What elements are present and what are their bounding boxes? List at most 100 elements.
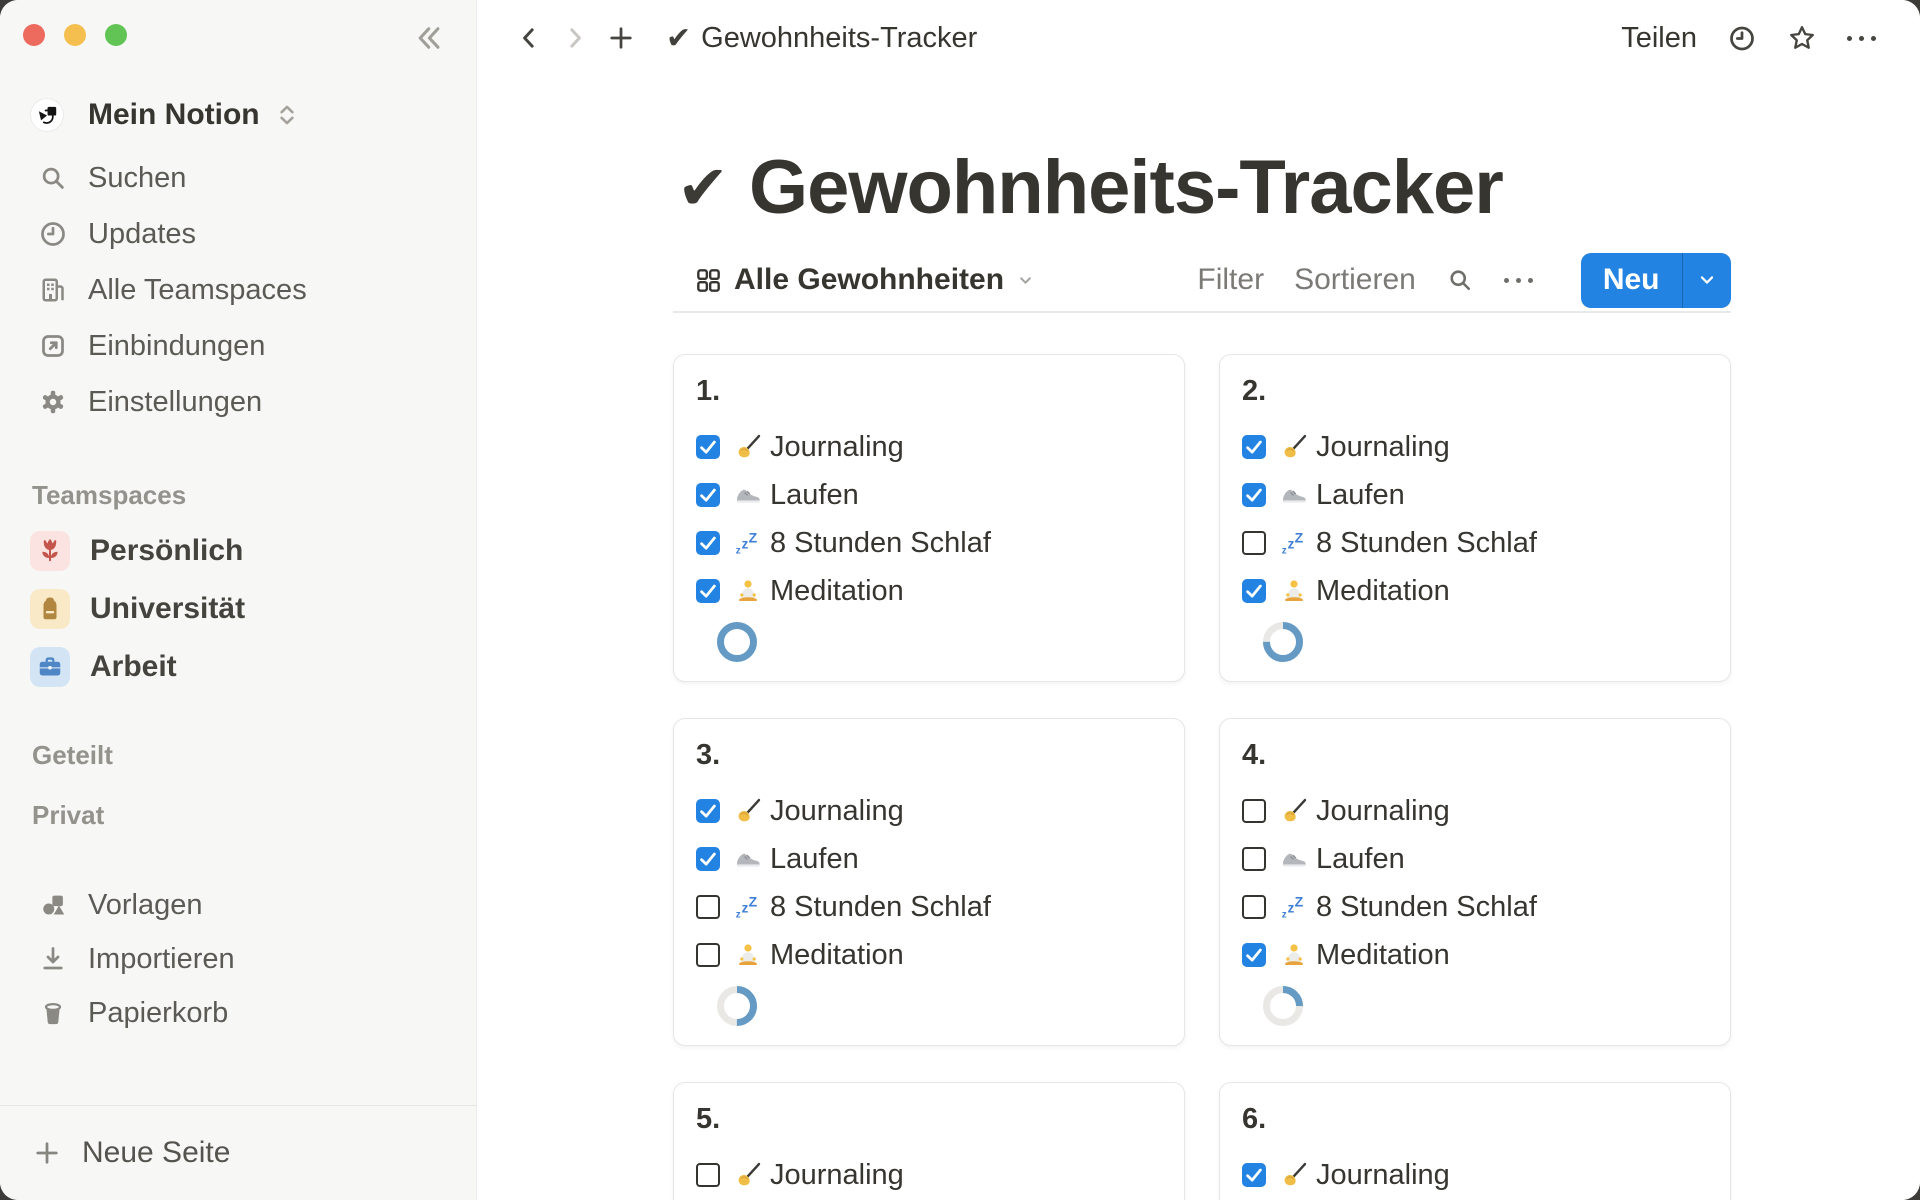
share-button[interactable]: Teilen (1621, 22, 1697, 55)
lotus-icon (734, 577, 762, 605)
habit-checkbox[interactable] (696, 943, 720, 967)
new-page-button[interactable]: Neue Seite (0, 1106, 476, 1200)
shared-section-header[interactable]: Geteilt (32, 740, 113, 771)
habit-checkbox[interactable] (696, 847, 720, 871)
habit-rows: Journaling Laufen 8 Stunden Schlaf Medit… (696, 787, 1164, 979)
window-zoom-button[interactable] (105, 24, 127, 46)
habit-checkbox[interactable] (1242, 579, 1266, 603)
habit-label: Laufen (770, 479, 859, 512)
habit-card-5[interactable]: 5. Journaling (673, 1082, 1185, 1200)
habit-checkbox[interactable] (1242, 531, 1266, 555)
sidebar-item-suchen[interactable]: Suchen (0, 150, 476, 206)
chevron-down-icon (1696, 269, 1718, 291)
sidebar: Mein Notion Suchen Updates Alle Teamspac… (0, 0, 477, 1200)
sidebar-item-einbindungen[interactable]: Einbindungen (0, 318, 476, 374)
zzz-icon (1280, 529, 1308, 557)
briefcase-icon (35, 652, 65, 682)
sidebar-footer-nav: Vorlagen Importieren Papierkorb (0, 878, 476, 1040)
habit-checkbox[interactable] (1242, 847, 1266, 871)
star-icon (1787, 22, 1817, 54)
sidebar-item-importieren[interactable]: Importieren (0, 932, 476, 986)
habit-row: Laufen (696, 835, 1164, 883)
habit-card-1[interactable]: 1. Journaling Laufen 8 Stunden Schlaf (673, 354, 1185, 682)
habit-label: Journaling (1316, 795, 1450, 828)
breadcrumb-title: Gewohnheits-Tracker (701, 22, 977, 55)
page-check-icon[interactable]: ✔ (677, 157, 729, 219)
habit-label: Journaling (1316, 1159, 1450, 1192)
sidebar-item-vorlagen[interactable]: Vorlagen (0, 878, 476, 932)
habit-checkbox[interactable] (1242, 435, 1266, 459)
favorite-button[interactable] (1787, 23, 1817, 53)
collection-more-button[interactable] (1504, 278, 1533, 283)
page-title[interactable]: ✔ Gewohnheits-Tracker (677, 144, 1503, 231)
backpack-icon (35, 594, 65, 624)
workspace-switcher[interactable]: Mein Notion (20, 92, 456, 138)
checkmark-icon (1243, 580, 1265, 602)
teamspaces-section-header[interactable]: Teamspaces (32, 480, 186, 511)
habit-checkbox[interactable] (696, 531, 720, 555)
sidebar-item-alle-teamspaces[interactable]: Alle Teamspaces (0, 262, 476, 318)
shoe-icon (734, 845, 762, 873)
sidebar-item-einstellungen[interactable]: Einstellungen (0, 374, 476, 430)
nav-back-button[interactable] (514, 23, 544, 53)
card-number: 5. (696, 1101, 1164, 1137)
new-tab-button[interactable] (606, 23, 636, 53)
page-more-button[interactable] (1847, 36, 1876, 41)
breadcrumb[interactable]: ✔ Gewohnheits-Tracker (666, 21, 977, 56)
habit-checkbox[interactable] (696, 483, 720, 507)
trash-icon (38, 998, 68, 1028)
main-area: ✔ Gewohnheits-Tracker Teilen ✔ Gewohnhei… (478, 0, 1920, 1200)
collection-search-button[interactable] (1446, 266, 1474, 294)
teamspace-item-arbeit[interactable]: Arbeit (0, 638, 476, 696)
habit-checkbox[interactable] (1242, 895, 1266, 919)
habit-checkbox[interactable] (1242, 1163, 1266, 1187)
shoe-icon (1280, 481, 1308, 509)
card-number: 4. (1242, 737, 1710, 773)
embed-icon (38, 331, 68, 361)
habit-row: 8 Stunden Schlaf (696, 883, 1164, 931)
sidebar-item-updates[interactable]: Updates (0, 206, 476, 262)
habit-checkbox[interactable] (696, 1163, 720, 1187)
habit-row: Journaling (696, 423, 1164, 471)
habit-card-3[interactable]: 3. Journaling Laufen 8 Stunden Schlaf (673, 718, 1185, 1046)
habit-label: Laufen (1316, 843, 1405, 876)
progress-ring (714, 983, 760, 1029)
sidebar-item-papierkorb[interactable]: Papierkorb (0, 986, 476, 1040)
private-section-header[interactable]: Privat (32, 800, 104, 831)
habit-card-2[interactable]: 2. Journaling Laufen 8 Stunden Schlaf (1219, 354, 1731, 682)
gallery-grid-icon (695, 267, 722, 294)
teamspace-item-pers-nlich[interactable]: Persönlich (0, 522, 476, 580)
habit-label: Meditation (1316, 575, 1450, 608)
habit-row: Laufen (1242, 471, 1710, 519)
nav-forward-button[interactable] (560, 23, 590, 53)
habit-checkbox[interactable] (1242, 483, 1266, 507)
progress-ring (1260, 619, 1306, 665)
habit-checkbox[interactable] (696, 435, 720, 459)
sort-button[interactable]: Sortieren (1294, 263, 1416, 297)
habit-row: Laufen (696, 471, 1164, 519)
habit-checkbox[interactable] (696, 579, 720, 603)
habit-row: Meditation (1242, 567, 1710, 615)
habit-checkbox[interactable] (1242, 943, 1266, 967)
building-icon (38, 275, 68, 305)
view-tab-alle-gewohnheiten[interactable]: Alle Gewohnheiten (673, 263, 1035, 297)
sidebar-collapse-button[interactable] (406, 16, 450, 60)
window-minimize-button[interactable] (64, 24, 86, 46)
habit-rows: Journaling (696, 1151, 1164, 1199)
habit-checkbox[interactable] (696, 799, 720, 823)
teamspace-item-universit-t[interactable]: Universität (0, 580, 476, 638)
filter-button[interactable]: Filter (1197, 263, 1264, 297)
habit-row: 8 Stunden Schlaf (1242, 883, 1710, 931)
habit-checkbox[interactable] (696, 895, 720, 919)
writing-hand-icon (1280, 1161, 1308, 1189)
habit-card-4[interactable]: 4. Journaling Laufen 8 Stunden Schlaf (1219, 718, 1731, 1046)
habit-card-6[interactable]: 6. Journaling (1219, 1082, 1731, 1200)
new-entry-dropdown-button[interactable] (1683, 253, 1731, 308)
checkmark-icon (1243, 944, 1265, 966)
habit-checkbox[interactable] (1242, 799, 1266, 823)
updates-button[interactable] (1727, 23, 1757, 53)
new-entry-button[interactable]: Neu (1581, 253, 1682, 308)
gear-icon (38, 387, 68, 417)
window-close-button[interactable] (23, 24, 45, 46)
habit-label: Journaling (1316, 431, 1450, 464)
